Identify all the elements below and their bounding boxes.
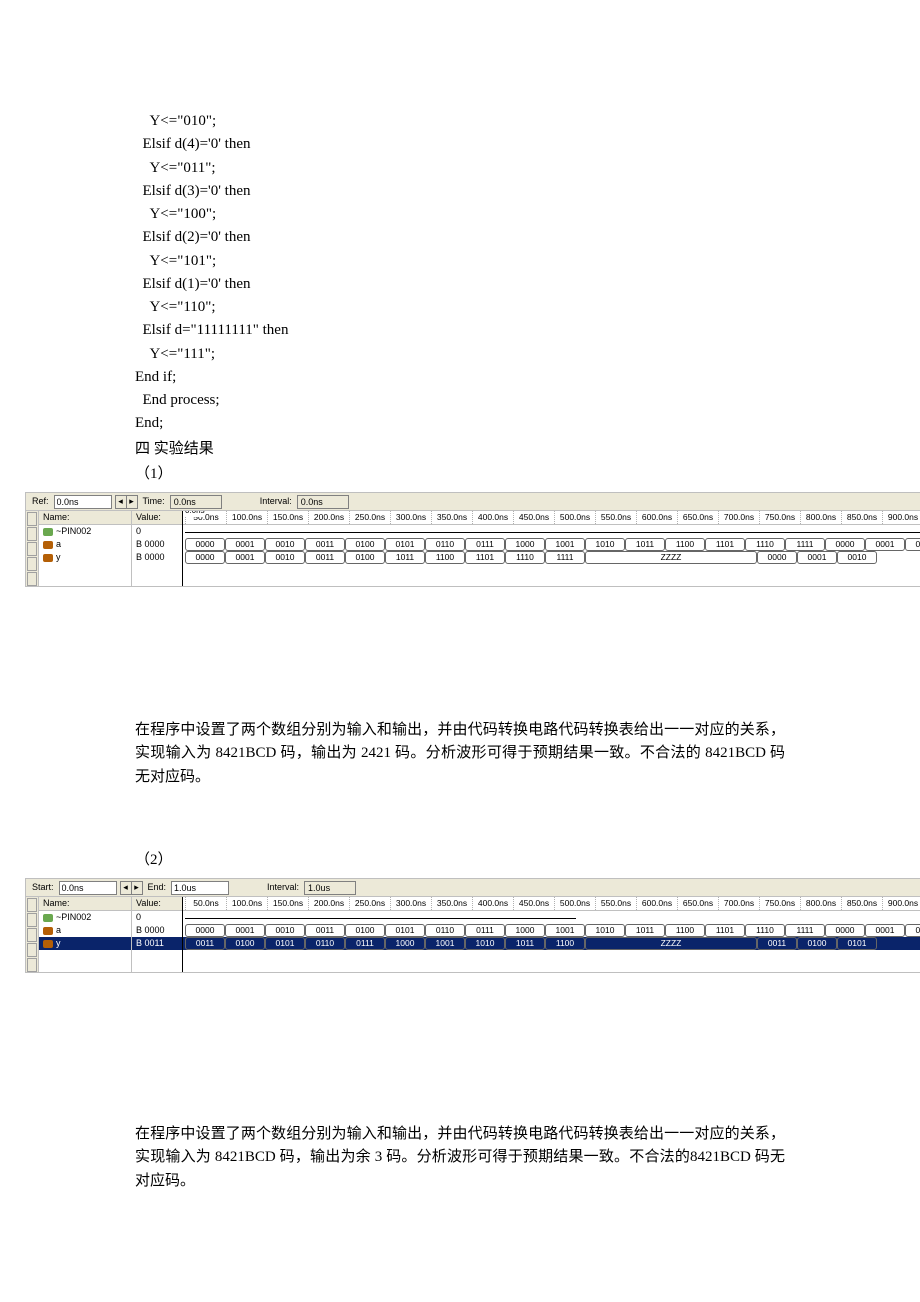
signal-names-column: Name: ~PIN002 a y	[39, 511, 132, 586]
start-input[interactable]	[59, 881, 117, 895]
end-input[interactable]	[171, 881, 229, 895]
waveform-canvas[interactable]: 0.0ns 50.0ns100.0ns150.0ns200.0ns250.0ns…	[183, 511, 920, 586]
start-label: Start:	[30, 881, 56, 895]
signal-name-a[interactable]: a	[39, 924, 131, 937]
interval-readout: 1.0us	[304, 881, 356, 895]
names-header: Name:	[39, 897, 131, 911]
time-ruler: 0.0ns 50.0ns100.0ns150.0ns200.0ns250.0ns…	[183, 511, 920, 525]
tool-gutter	[26, 511, 39, 586]
signal-name-y[interactable]: y	[39, 551, 131, 564]
bus-icon	[43, 927, 53, 935]
paragraph-2: 在程序中设置了两个数组分别为输入和输出，并由代码转换电路代码转换表给出一一对应的…	[135, 1123, 785, 1193]
waveform-viewer-1: Ref: ◂▸ Time: 0.0ns Interval: 0.0ns Name…	[25, 492, 920, 587]
nav-step-buttons[interactable]: ◂▸	[120, 881, 143, 895]
time-pointer: 0.0ns	[185, 511, 205, 517]
time-readout: 0.0ns	[170, 495, 222, 509]
ref-label: Ref:	[30, 495, 51, 509]
bus-icon	[43, 554, 53, 562]
signal-value: 0	[132, 911, 182, 924]
bus-icon	[43, 940, 53, 948]
signal-name-pin002[interactable]: ~PIN002	[39, 911, 131, 924]
signal-names-column: Name: ~PIN002 a y	[39, 897, 132, 972]
signal-value: B 0000	[132, 538, 182, 551]
values-header: Value:	[132, 897, 182, 911]
bus-icon	[43, 541, 53, 549]
nav-step-buttons[interactable]: ◂▸	[115, 495, 138, 509]
waveform-toolbar: Ref: ◂▸ Time: 0.0ns Interval: 0.0ns	[26, 493, 920, 511]
signal-values-column: Value: 0 B 0000 B 0000	[132, 511, 183, 586]
waveform-viewer-2: Start: ◂▸ End: Interval: 1.0us Name: ~PI…	[25, 878, 920, 973]
waveform-row-pin002	[183, 525, 920, 538]
waveform-canvas[interactable]: 50.0ns100.0ns150.0ns200.0ns250.0ns300.0n…	[183, 897, 920, 972]
signal-value: B 0011	[132, 937, 182, 950]
time-ruler: 50.0ns100.0ns150.0ns200.0ns250.0ns300.0n…	[183, 897, 920, 911]
signal-name-y[interactable]: y	[39, 937, 131, 950]
waveform-toolbar: Start: ◂▸ End: Interval: 1.0us	[26, 879, 920, 897]
section-heading-results: 四 实验结果	[135, 438, 785, 461]
result-1-label: （1）	[135, 463, 785, 486]
signal-value: B 0000	[132, 924, 182, 937]
signal-value: 0	[132, 525, 182, 538]
values-header: Value:	[132, 511, 182, 525]
end-label: End:	[146, 881, 169, 895]
interval-label: Interval:	[265, 881, 301, 895]
tool-gutter	[26, 897, 39, 972]
paragraph-1: 在程序中设置了两个数组分别为输入和输出，并由代码转换电路代码转换表给出一一对应的…	[135, 719, 785, 789]
signal-value: B 0000	[132, 551, 182, 564]
time-label: Time:	[141, 495, 167, 509]
ref-input[interactable]	[54, 495, 112, 509]
code-block: Y<="010"; Elsif d(4)='0' then Y<="011"; …	[135, 110, 785, 436]
waveform-row-a: 0000000100100011010001010110011110001001…	[183, 538, 920, 551]
waveform-row-a: 0000000100100011010001010110011110001001…	[183, 924, 920, 937]
waveform-row-y: 0000000100100011010010111100110111101111…	[183, 551, 920, 564]
signal-values-column: Value: 0 B 0000 B 0011	[132, 897, 183, 972]
signal-name-a[interactable]: a	[39, 538, 131, 551]
waveform-row-pin002	[183, 911, 920, 924]
pin-icon	[43, 528, 53, 536]
waveform-row-y: 0011010001010110011110001001101010111100…	[183, 937, 920, 950]
result-2-label: （2）	[135, 849, 785, 872]
interval-label: Interval:	[258, 495, 294, 509]
names-header: Name:	[39, 511, 131, 525]
interval-readout: 0.0ns	[297, 495, 349, 509]
signal-name-pin002[interactable]: ~PIN002	[39, 525, 131, 538]
pin-icon	[43, 914, 53, 922]
